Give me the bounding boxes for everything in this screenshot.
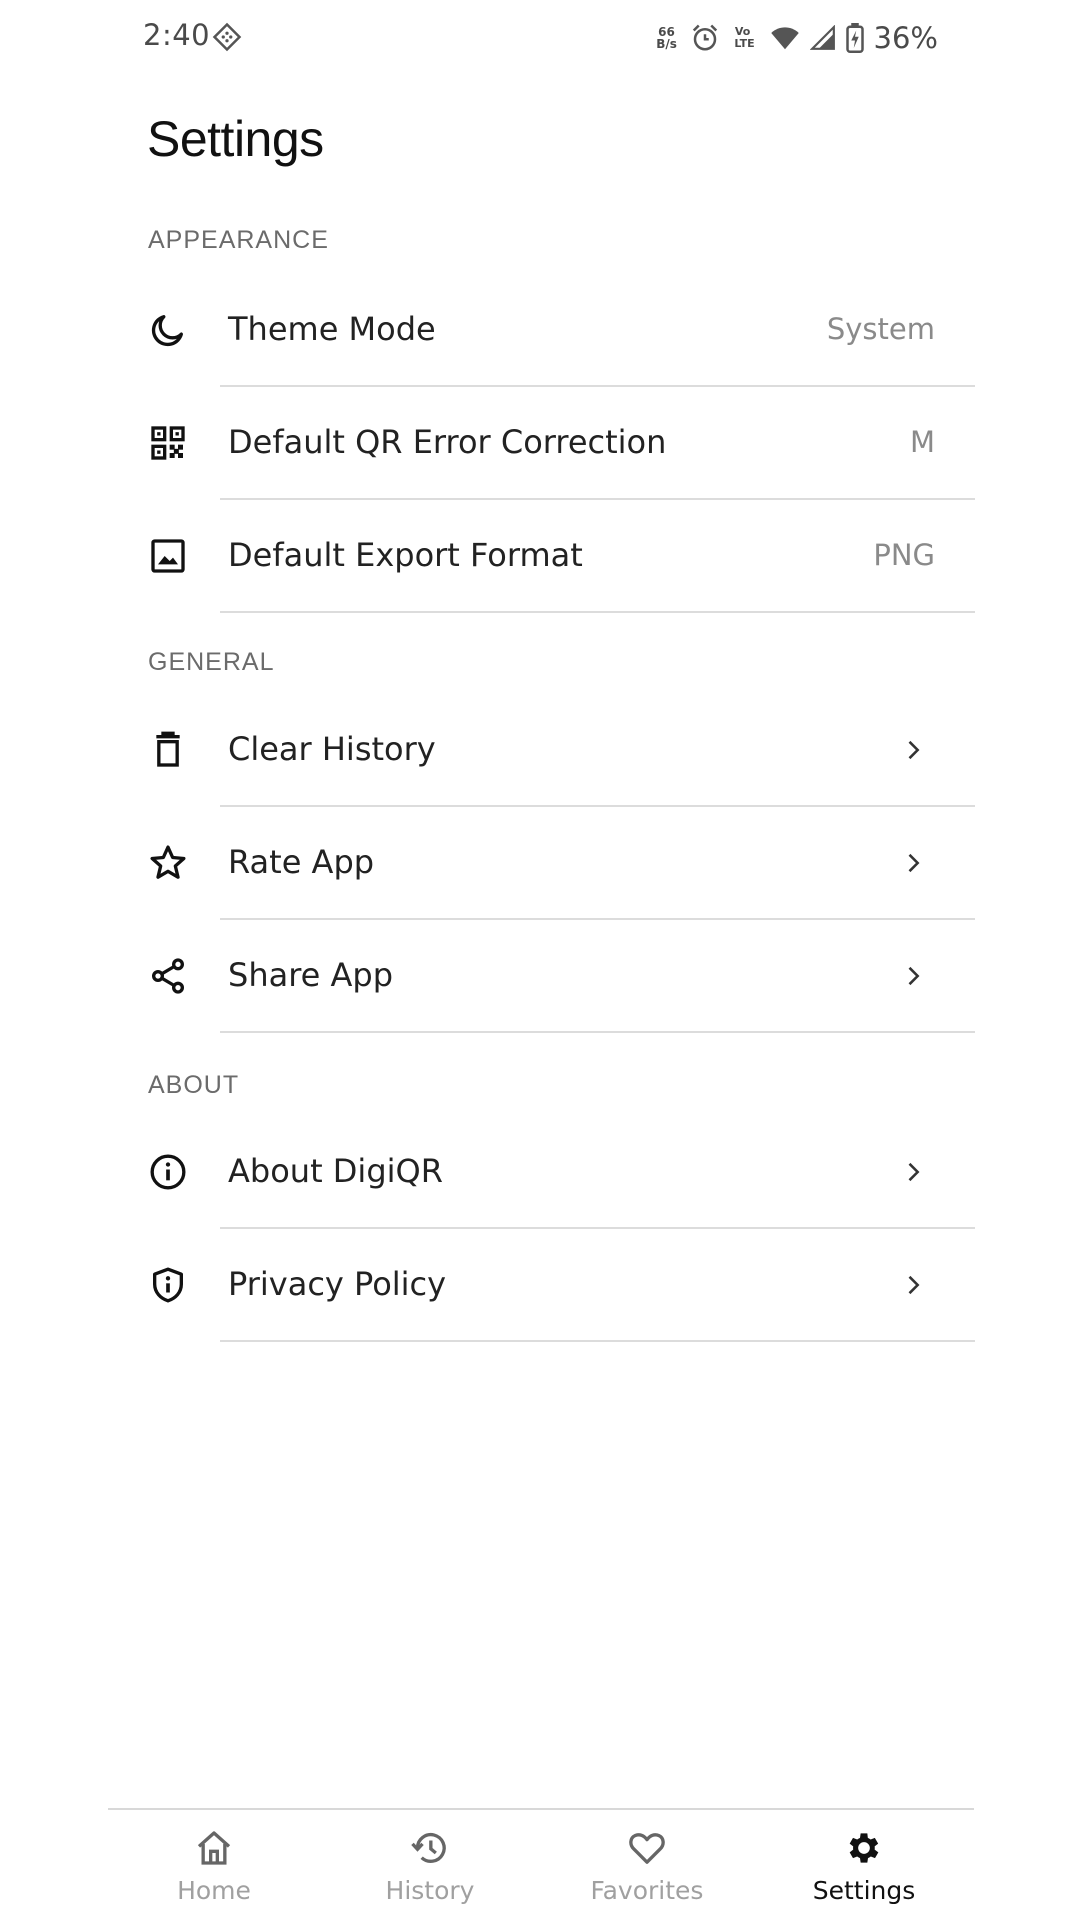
chevron-right-icon: [908, 966, 920, 986]
moon-icon: [151, 315, 183, 347]
section-header-general: GENERAL: [148, 648, 275, 676]
battery-percent: 36%: [873, 21, 938, 55]
notification-diamond-icon: [212, 22, 242, 52]
nav-label: History: [385, 1876, 475, 1905]
settings-row-export-format[interactable]: Default Export Format PNG: [120, 500, 975, 613]
row-value: System: [826, 312, 935, 346]
star-icon: [150, 845, 186, 879]
row-label: Share App: [228, 956, 394, 994]
heart-icon: [629, 1833, 665, 1864]
status-time: 2:40: [143, 18, 211, 52]
nav-item-history[interactable]: History: [330, 1810, 530, 1920]
settings-row-rate-app[interactable]: Rate App: [120, 807, 975, 920]
home-icon: [197, 1831, 231, 1865]
divider: [220, 1340, 975, 1342]
row-label: Default QR Error Correction: [228, 423, 667, 461]
volte-indicator: Vo LTE: [734, 25, 755, 50]
net-speed-indicator: 66 B/s: [656, 25, 677, 51]
settings-row-share-app[interactable]: Share App: [120, 920, 975, 1033]
row-label: Clear History: [228, 730, 436, 768]
settings-row-qr-error-correction[interactable]: Default QR Error Correction M: [120, 387, 975, 500]
chevron-right-icon: [908, 1162, 920, 1182]
gear-icon: [849, 1833, 879, 1863]
bottom-navigation: Home History Favorites Settings: [108, 1808, 974, 1920]
row-label: Rate App: [228, 843, 375, 881]
section-header-about: ABOUT: [148, 1071, 240, 1099]
chevron-right-icon: [908, 740, 920, 760]
status-right-group: 66 B/s Vo LTE 36%: [654, 18, 938, 58]
info-icon: [150, 1154, 186, 1190]
chevron-right-icon: [908, 1275, 920, 1295]
divider: [220, 611, 975, 613]
alarm-icon: [692, 24, 717, 51]
shield-info-icon: [153, 1267, 183, 1303]
chevron-right-icon: [908, 853, 920, 873]
trash-icon: [156, 731, 180, 767]
history-icon: [411, 1832, 446, 1863]
row-label: Theme Mode: [228, 310, 436, 348]
section-header-appearance: APPEARANCE: [148, 226, 329, 254]
row-label: Privacy Policy: [228, 1265, 447, 1303]
image-icon: [151, 539, 185, 573]
nav-label: Favorites: [590, 1876, 704, 1905]
share-icon: [152, 958, 184, 994]
settings-row-privacy-policy[interactable]: Privacy Policy: [120, 1229, 975, 1342]
settings-row-about-digiqr[interactable]: About DigiQR: [120, 1116, 975, 1229]
nav-label: Home: [177, 1876, 251, 1905]
nav-item-favorites[interactable]: Favorites: [547, 1810, 747, 1920]
row-label: About DigiQR: [228, 1152, 443, 1190]
row-value: M: [909, 425, 935, 459]
page-title: Settings: [147, 111, 324, 167]
row-value: PNG: [873, 538, 935, 572]
row-label: Default Export Format: [228, 536, 583, 574]
qr-code-icon: [151, 426, 185, 460]
settings-row-clear-history[interactable]: Clear History: [120, 694, 975, 807]
status-bar: 2:40 66 B/s Vo LTE 36%: [0, 0, 1080, 76]
battery-charging-icon: [845, 23, 864, 53]
nav-item-home[interactable]: Home: [114, 1810, 314, 1920]
settings-row-theme-mode[interactable]: Theme Mode System: [120, 274, 975, 387]
wifi-icon: [770, 27, 799, 50]
divider: [220, 1031, 975, 1033]
cell-signal-icon: [809, 25, 835, 50]
nav-label: Settings: [812, 1876, 916, 1905]
nav-item-settings[interactable]: Settings: [764, 1810, 964, 1920]
